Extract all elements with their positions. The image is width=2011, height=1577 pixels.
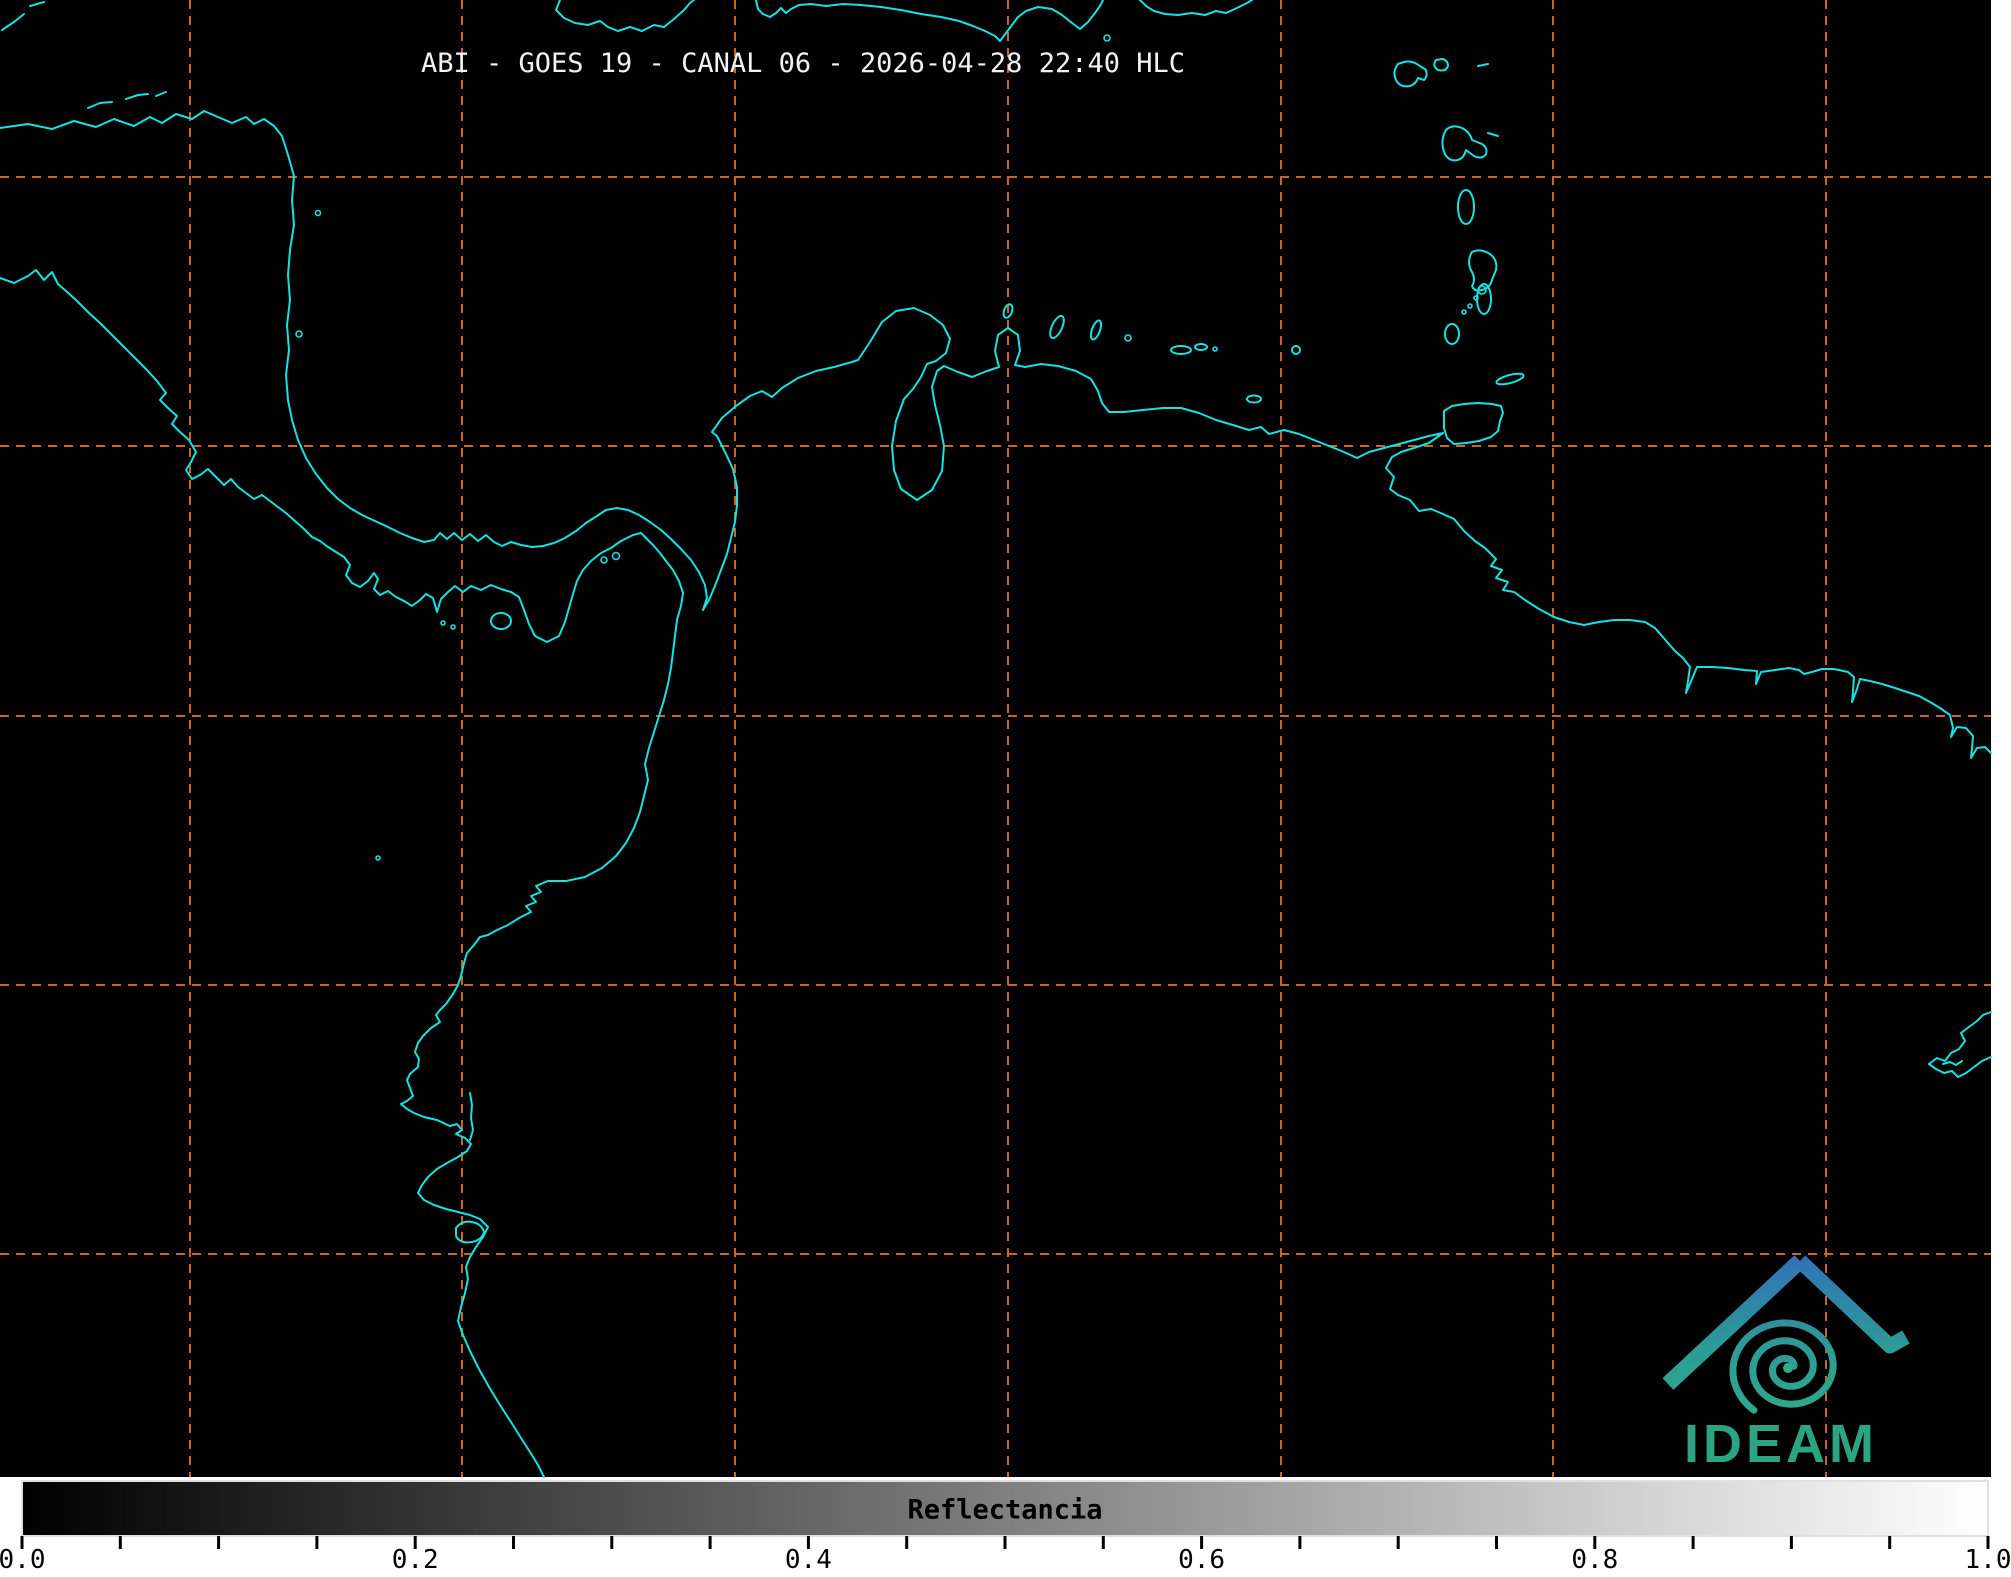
image-title: ABI - GOES 19 - CANAL 06 - 2026-04-28 22… bbox=[421, 48, 1185, 79]
logo-spiral-eye-icon bbox=[1783, 1363, 1793, 1373]
map-background bbox=[0, 0, 2011, 1477]
goes-satellite-map: ABI - GOES 19 - CANAL 06 - 2026-04-28 22… bbox=[0, 0, 2011, 1577]
colorbar-tick-label: 0.2 bbox=[392, 1545, 439, 1575]
colorbar-tick-label: 1.0 bbox=[1965, 1545, 2011, 1575]
colorbar-tick-label: 0.4 bbox=[785, 1545, 832, 1575]
map-right-margin bbox=[1991, 0, 2011, 1477]
colorbar-title: Reflectancia bbox=[907, 1495, 1102, 1526]
colorbar-tick-label: 0.8 bbox=[1571, 1545, 1618, 1575]
satellite-product-view: ABI - GOES 19 - CANAL 06 - 2026-04-28 22… bbox=[0, 0, 2011, 1577]
colorbar-tick-label: 0.6 bbox=[1178, 1545, 1225, 1575]
colorbar-ticks bbox=[20, 1536, 1990, 1549]
colorbar-tick-label: 0.0 bbox=[0, 1545, 45, 1575]
logo-wordmark: IDEAM bbox=[1684, 1414, 1878, 1474]
